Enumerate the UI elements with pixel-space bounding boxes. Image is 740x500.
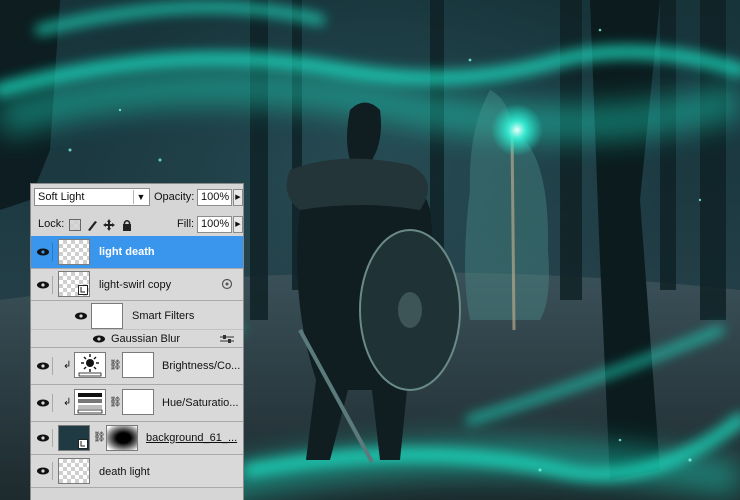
layer-thumbnail-transparent	[58, 239, 90, 265]
blend-mode-select[interactable]: Soft Light ▼	[34, 188, 150, 206]
lock-label: Lock:	[38, 218, 65, 230]
layer-mask-thumbnail	[122, 389, 154, 415]
clipping-mask-arrow-icon: ↲	[63, 397, 72, 408]
smart-filters-row[interactable]: Smart Filters	[31, 301, 243, 330]
fill-slider-arrow-icon[interactable]: ▶	[233, 216, 243, 233]
mask-link-chain-icon[interactable]: ⛓	[93, 432, 106, 443]
lock-image-pixels-icon[interactable]	[86, 219, 98, 231]
layer-mask-thumbnail	[106, 425, 138, 451]
smart-object-icon	[78, 285, 88, 295]
layer-name: light-swirl copy	[99, 279, 172, 291]
visibility-eye-icon[interactable]	[75, 312, 87, 320]
brightness-contrast-icon	[74, 352, 106, 378]
layer-name: background_61_...	[146, 432, 238, 444]
layer-thumbnail-transparent	[58, 458, 90, 484]
layer-row-brightness-contrast[interactable]: ↲ ⛓ Brightness/Co...	[31, 348, 243, 385]
fill-input[interactable]: 100%	[197, 216, 232, 233]
layer-mask-thumbnail	[122, 352, 154, 378]
smart-object-icon	[78, 439, 88, 449]
layer-row-light-swirl-copy[interactable]: light-swirl copy	[31, 269, 243, 301]
lock-fill-row: Lock: Fill: 100% ▶	[31, 211, 243, 237]
visibility-eye-icon[interactable]	[34, 429, 53, 447]
blend-opacity-row: Soft Light ▼ Opacity: 100% ▶	[31, 184, 243, 210]
smart-filter-mask-thumbnail	[91, 303, 123, 329]
hue-saturation-icon	[74, 389, 106, 415]
layer-name: light death	[99, 246, 155, 258]
layer-row-death-light[interactable]: death light	[31, 455, 243, 488]
layer-thumbnail-smart-object	[58, 425, 90, 451]
clipping-mask-arrow-icon: ↲	[63, 360, 72, 371]
lock-position-icon[interactable]	[103, 219, 115, 231]
layers-panel: Soft Light ▼ Opacity: 100% ▶ Lock: Fill:…	[30, 183, 244, 500]
fill-label: Fill:	[177, 218, 195, 230]
visibility-eye-icon[interactable]	[34, 462, 53, 480]
smart-filters-label: Smart Filters	[132, 310, 195, 322]
chevron-down-icon: ▼	[133, 190, 148, 204]
visibility-eye-icon[interactable]	[93, 335, 105, 343]
blend-mode-value: Soft Light	[38, 191, 85, 203]
layer-name: death light	[99, 466, 150, 478]
opacity-label: Opacity:	[154, 191, 195, 203]
lock-all-icon[interactable]	[121, 219, 133, 231]
visibility-eye-icon[interactable]	[34, 276, 53, 294]
mask-link-chain-icon[interactable]: ⛓	[109, 360, 122, 371]
opacity-slider-arrow-icon[interactable]: ▶	[233, 189, 243, 206]
layer-row-background[interactable]: ⛓ background_61_...	[31, 422, 243, 455]
visibility-eye-icon[interactable]	[34, 357, 53, 375]
mask-link-chain-icon[interactable]: ⛓	[109, 397, 122, 408]
layer-row-light-death[interactable]: light death	[31, 236, 243, 269]
visibility-eye-icon[interactable]	[34, 243, 53, 261]
visibility-eye-icon[interactable]	[34, 394, 53, 412]
filter-name: Gaussian Blur	[111, 333, 181, 345]
lock-transparent-pixels-icon[interactable]	[69, 219, 81, 231]
layer-row-hue-saturation[interactable]: ↲ ⛓ Hue/Saturatio...	[31, 385, 243, 422]
layer-thumbnail-smart-object	[58, 271, 90, 297]
filter-row-gaussian-blur[interactable]: Gaussian Blur	[31, 330, 243, 348]
filter-blending-options-icon[interactable]	[220, 334, 234, 344]
layer-name: Hue/Saturatio...	[162, 397, 239, 409]
smart-filter-icon[interactable]	[221, 278, 233, 290]
opacity-input[interactable]: 100%	[197, 189, 232, 206]
layer-name: Brightness/Co...	[162, 360, 241, 372]
